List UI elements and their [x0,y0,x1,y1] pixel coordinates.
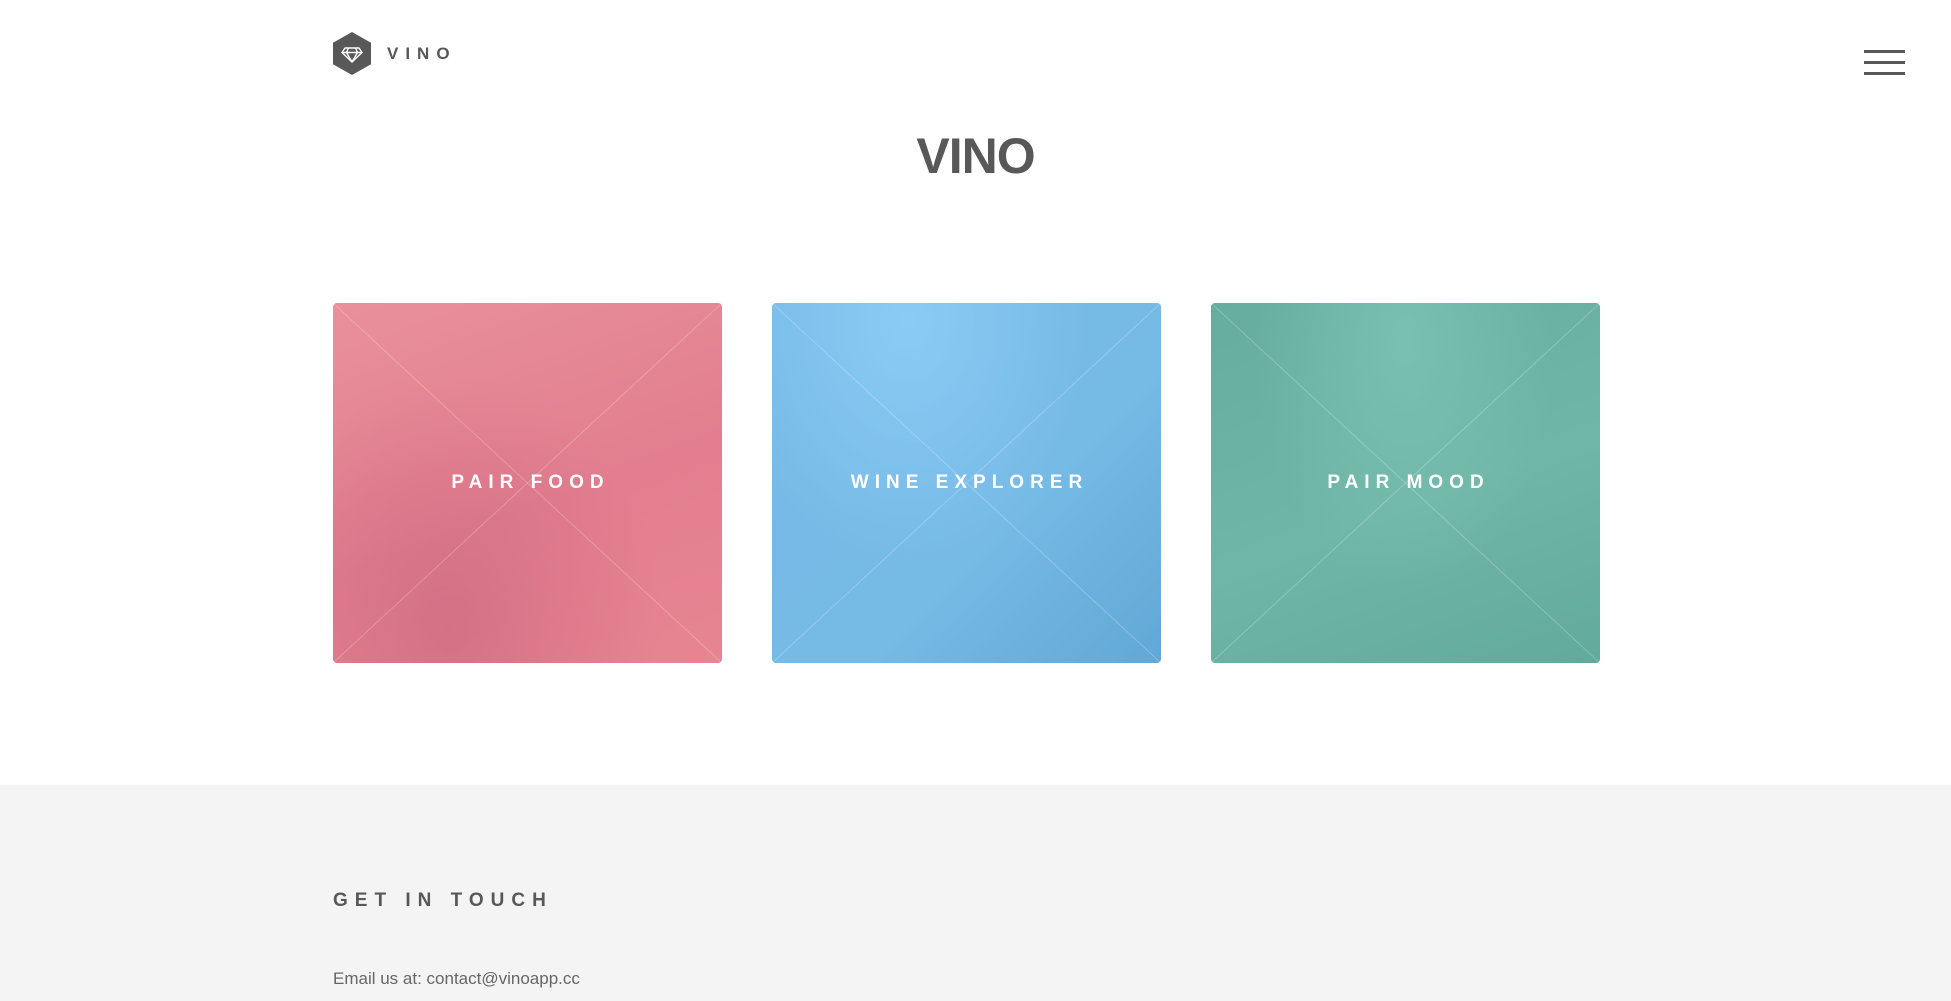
diamond-icon [333,32,371,75]
page-title: VINO [916,128,1035,184]
hamburger-line [1864,50,1905,53]
hamburger-line [1864,61,1905,64]
footer-email-link[interactable]: contact@vinoapp.cc [427,969,580,988]
footer-email-prefix: Email us at: [333,969,427,988]
tile-label: WINE EXPLORER [850,472,1089,493]
footer-email-line: Email us at: contact@vinoapp.cc [333,969,580,989]
tile-label: PAIR MOOD [1327,472,1490,493]
footer-heading: GET IN TOUCH [333,890,553,911]
footer: GET IN TOUCH Email us at: contact@vinoap… [0,785,1951,1001]
tile-pair-food[interactable]: PAIR FOOD [333,303,722,663]
logo-link[interactable]: VINO [333,32,457,75]
tile-pair-mood[interactable]: PAIR MOOD [1211,303,1600,663]
hamburger-menu-icon[interactable] [1864,50,1905,78]
tile-label: PAIR FOOD [451,472,610,493]
tile-wine-explorer[interactable]: WINE EXPLORER [772,303,1161,663]
logo-text: VINO [387,43,457,63]
hamburger-line [1864,72,1905,75]
